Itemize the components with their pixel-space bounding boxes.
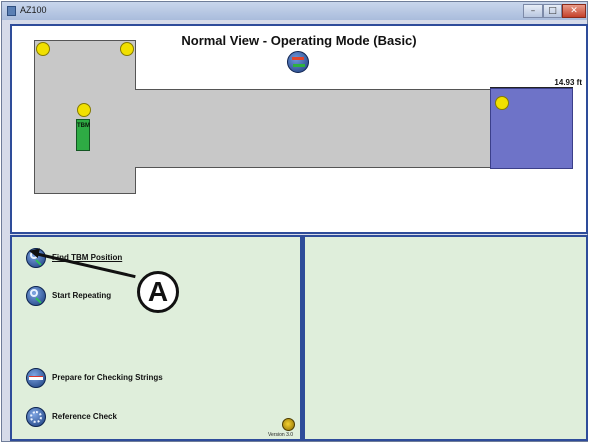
swap-arrows-icon[interactable] <box>287 51 309 73</box>
strings-icon <box>26 368 46 388</box>
details-panel <box>302 235 588 441</box>
tbm-label: TBM <box>77 123 90 129</box>
callout-label-a: A <box>137 271 179 313</box>
arrow-right-icon <box>293 64 305 67</box>
close-button[interactable]: ✕ <box>562 4 586 18</box>
minimize-button[interactable]: – <box>523 4 543 18</box>
measurement-label: 14.93 ft <box>554 78 582 87</box>
reference-marker[interactable] <box>120 42 134 56</box>
version-icon[interactable] <box>282 418 295 431</box>
start-repeating-label: Start Repeating <box>52 291 112 300</box>
floor-area-left <box>34 40 136 194</box>
reference-check-label: Reference Check <box>52 412 117 421</box>
magnifier-icon <box>26 286 46 306</box>
site-view-panel: 14.93 ft Normal View - Operating Mode (B… <box>10 24 588 234</box>
actions-panel: Find TBM Position Start Repeating Prepar… <box>10 235 302 441</box>
reference-marker[interactable] <box>36 42 50 56</box>
app-icon <box>7 6 16 16</box>
reference-check-icon <box>26 407 46 427</box>
tbm-marker[interactable]: TBM <box>76 119 90 151</box>
reference-marker[interactable] <box>495 96 509 110</box>
measurement-line <box>490 87 573 88</box>
reference-marker[interactable] <box>77 103 91 117</box>
version-label: Version 3.0 <box>268 432 294 438</box>
page-title: Normal View - Operating Mode (Basic) <box>181 33 417 48</box>
maximize-button[interactable]: □ <box>543 4 562 18</box>
prepare-checking-strings-label: Prepare for Checking Strings <box>52 373 163 382</box>
window-title: AZ100 <box>20 5 47 15</box>
floor-area-corridor <box>135 89 491 168</box>
arrow-left-icon <box>292 57 304 60</box>
title-bar[interactable]: AZ100 – □ ✕ <box>2 2 587 20</box>
